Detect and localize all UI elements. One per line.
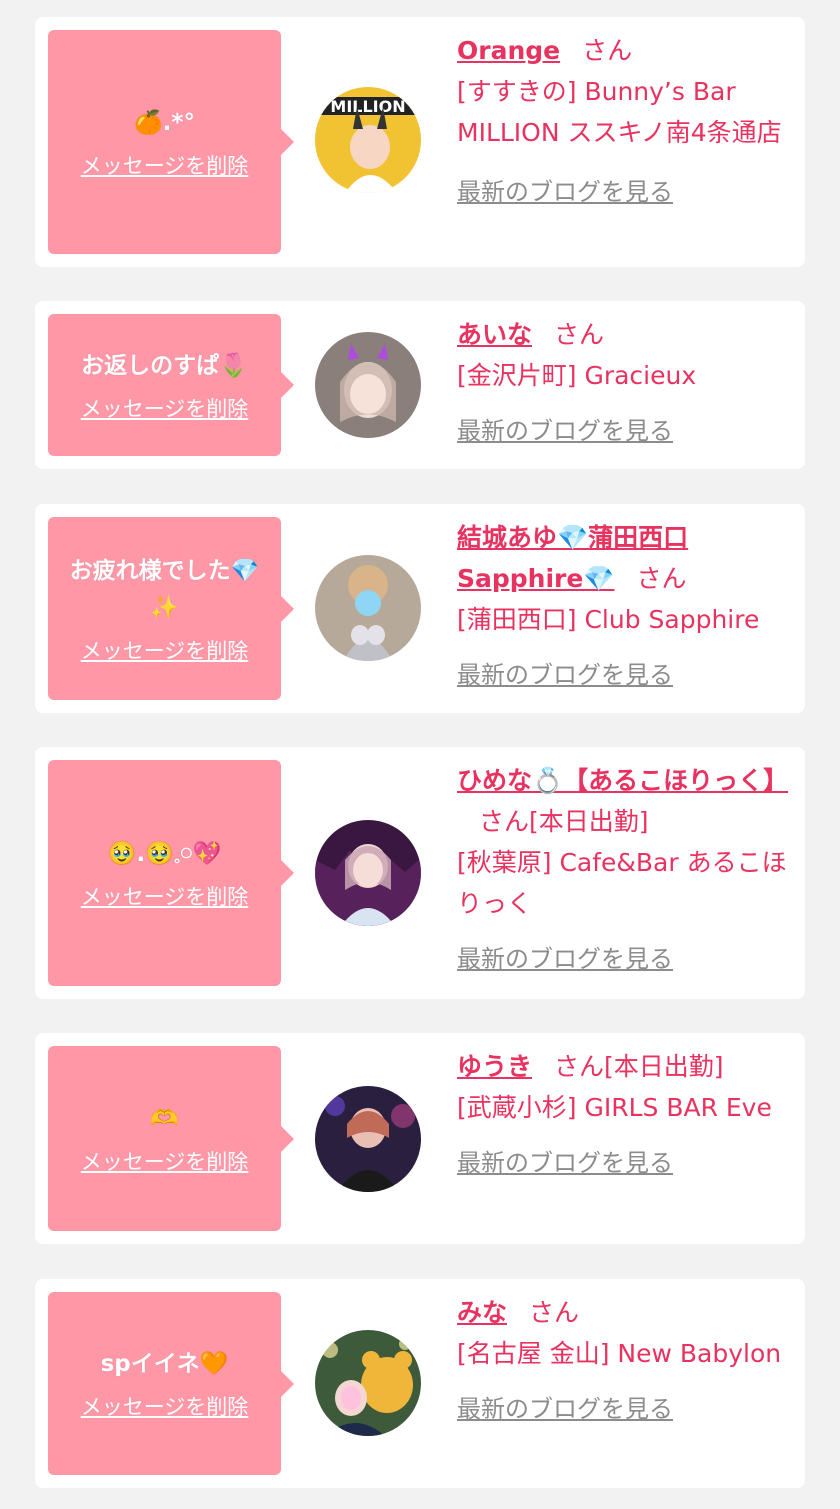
latest-blog-link[interactable]: 最新のブログを見る — [457, 1389, 673, 1430]
message-bubble: 🫶 メッセージを削除 — [48, 1046, 294, 1231]
girl-info: ゆうき さん[本日出勤] [武蔵小杉] GIRLS BAR Eve 最新のブログを… — [457, 1046, 797, 1184]
latest-blog-link[interactable]: 最新のブログを見る — [457, 411, 673, 452]
honorific: さん — [582, 36, 633, 65]
girl-info: 結城あゆ💎蒲田西口Sapphire💎 さん [蒲田西口] Club Sapphir… — [457, 517, 797, 696]
girl-info: みな さん [名古屋 金山] New Babylon 最新のブログを見る — [457, 1292, 797, 1430]
latest-blog-link[interactable]: 最新のブログを見る — [457, 172, 673, 213]
message-card: 🍊.*° メッセージを削除 MILLION Orange さん [すすきの] Bu… — [35, 17, 805, 267]
shop-name: [金沢片町] Gracieux — [457, 361, 697, 390]
delete-message-link[interactable]: メッセージを削除 — [81, 635, 249, 665]
girl-info: ひめな💍【あるこほりっく】さん[本日出勤] [秋葉原] Cafe&Bar あるこ… — [457, 760, 797, 980]
message-card: お返しのすぱ🌷 メッセージを削除 あいな さん [金沢片町] Gracieux 最… — [35, 301, 805, 469]
shop-name: [すすきの] Bunny’s Bar MILLION ススキノ南4条通店 — [457, 77, 782, 147]
message-text: お返しのすぱ🌷 — [81, 352, 248, 379]
delete-message-link[interactable]: メッセージを削除 — [81, 1146, 249, 1176]
delete-message-link[interactable]: メッセージを削除 — [81, 1391, 249, 1421]
latest-blog-link[interactable]: 最新のブログを見る — [457, 655, 673, 696]
message-card: 🫶 メッセージを削除 ゆうき さん[本日出勤] [武蔵小杉] GIRLS BAR … — [35, 1033, 805, 1244]
girl-name-link[interactable]: ひめな💍【あるこほりっく】 — [457, 766, 788, 795]
avatar[interactable] — [315, 1086, 421, 1192]
honorific: さん — [554, 320, 605, 349]
girl-name-link[interactable]: ゆうき — [457, 1052, 532, 1081]
girl-info: あいな さん [金沢片町] Gracieux 最新のブログを見る — [457, 314, 797, 452]
latest-blog-link[interactable]: 最新のブログを見る — [457, 939, 673, 980]
avatar[interactable]: MILLION — [315, 87, 421, 193]
girl-name-link[interactable]: あいな — [457, 320, 532, 349]
shop-name: [蒲田西口] Club Sapphire — [457, 605, 760, 634]
shop-name: [名古屋 金山] New Babylon — [457, 1339, 782, 1368]
avatar[interactable] — [315, 555, 421, 661]
message-card: spイイネ🧡 メッセージを削除 みな さん [名古屋 金山] New Babylo… — [35, 1279, 805, 1488]
attendance-status: [本日出勤] — [604, 1052, 724, 1081]
delete-message-link[interactable]: メッセージを削除 — [81, 881, 249, 911]
delete-message-link[interactable]: メッセージを削除 — [81, 393, 249, 423]
message-bubble: 🍊.*° メッセージを削除 — [48, 30, 294, 254]
honorific: さん — [554, 1052, 605, 1081]
message-card: お疲れ様でした💎✨ メッセージを削除 結城あゆ💎蒲田西口Sapphire💎 さん … — [35, 504, 805, 713]
girl-name-link[interactable]: みな — [457, 1298, 507, 1327]
message-text: 🍊.*° — [134, 109, 195, 136]
message-bubble: spイイネ🧡 メッセージを削除 — [48, 1292, 294, 1475]
avatar[interactable] — [315, 1330, 421, 1436]
message-text: お疲れ様でした💎✨ — [69, 557, 260, 621]
message-text: 🥹.🥹𓈒𓏸💖 — [107, 840, 222, 867]
shop-name: [秋葉原] Cafe&Bar あるこほりっく — [457, 848, 787, 918]
message-card: 🥹.🥹𓈒𓏸💖 メッセージを削除 ひめな💍【あるこほりっく】さん[本日出勤] [秋… — [35, 747, 805, 999]
svg-text:MILLION: MILLION — [330, 97, 405, 116]
message-text: 🫶 — [150, 1106, 179, 1132]
delete-message-link[interactable]: メッセージを削除 — [81, 150, 249, 180]
latest-blog-link[interactable]: 最新のブログを見る — [457, 1143, 673, 1184]
honorific: さん — [479, 807, 530, 836]
message-bubble: お返しのすぱ🌷 メッセージを削除 — [48, 314, 294, 456]
avatar[interactable] — [315, 820, 421, 926]
attendance-status: [本日出勤] — [529, 807, 649, 836]
message-bubble: お疲れ様でした💎✨ メッセージを削除 — [48, 517, 294, 700]
honorific: さん — [529, 1298, 580, 1327]
honorific: さん — [636, 564, 687, 593]
message-text: spイイネ🧡 — [100, 1351, 229, 1377]
girl-name-link[interactable]: Orange — [457, 36, 560, 65]
message-bubble: 🥹.🥹𓈒𓏸💖 メッセージを削除 — [48, 760, 294, 986]
shop-name: [武蔵小杉] GIRLS BAR Eve — [457, 1093, 772, 1122]
girl-info: Orange さん [すすきの] Bunny’s Bar MILLION ススキノ… — [457, 30, 797, 213]
avatar[interactable] — [315, 332, 421, 438]
